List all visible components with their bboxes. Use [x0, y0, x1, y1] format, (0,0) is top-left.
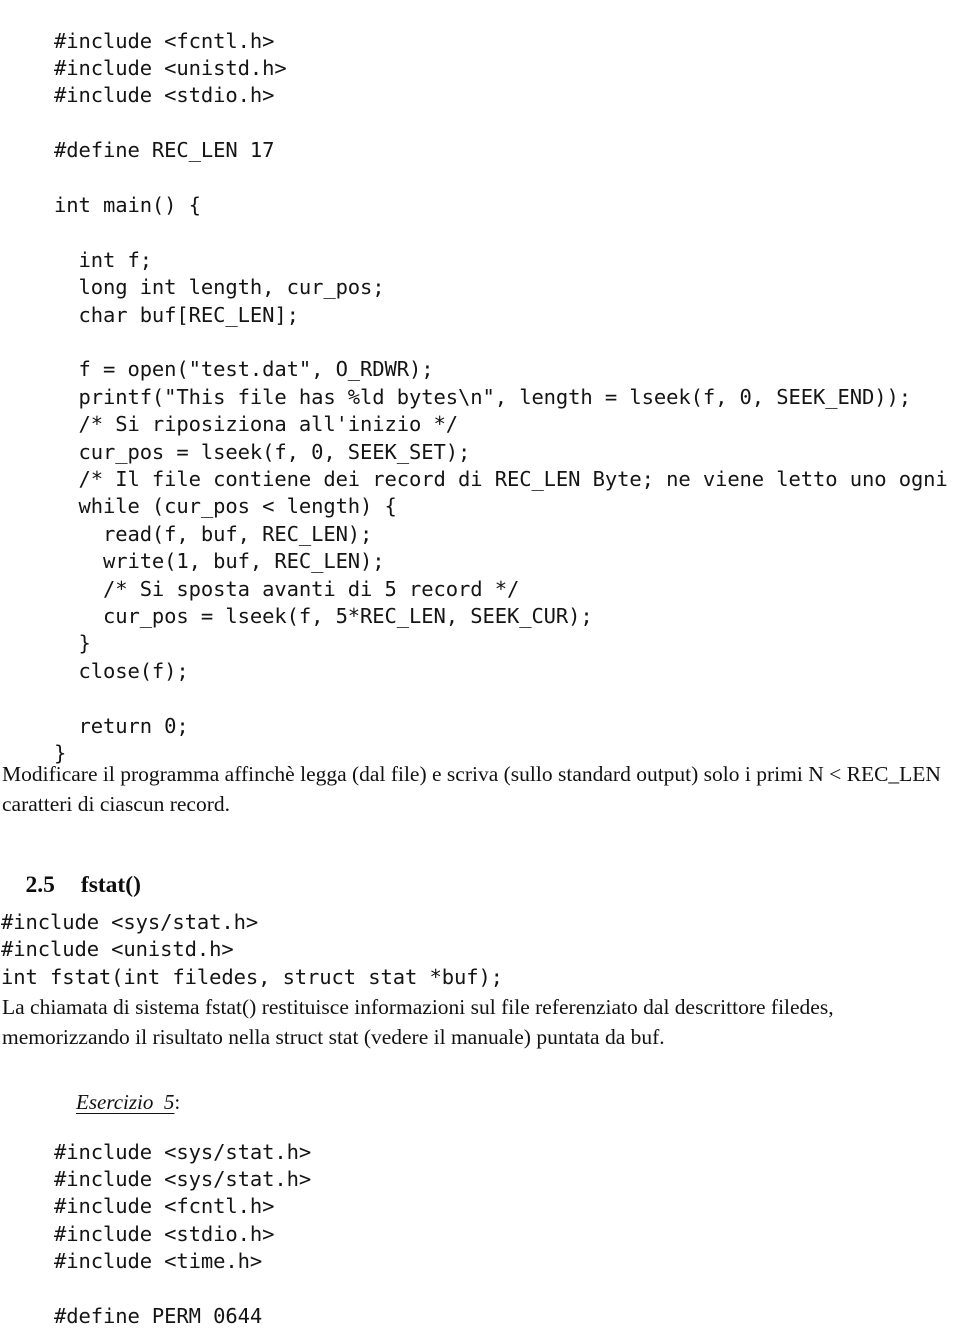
document-page: #include <fcntl.h> #include <unistd.h> #… — [0, 0, 960, 1306]
exercise-colon: : — [174, 1090, 180, 1114]
math-n-less-than-rec-len: N < REC_LEN — [808, 762, 941, 786]
paragraph-line-2: caratteri di ciascun record. — [2, 792, 230, 816]
paragraph-modificare: Modificare il programma affinchè legga (… — [2, 760, 954, 819]
section-title: fstat() — [81, 872, 141, 898]
code-block-lseek-example: #include <fcntl.h> #include <unistd.h> #… — [54, 28, 960, 768]
code-block-esercizio5-includes: #include <sys/stat.h> #include <sys/stat… — [54, 1139, 311, 1330]
section-number: 2.5 — [26, 872, 55, 898]
exercise-label: Esercizio 5 — [76, 1090, 174, 1114]
paragraph-fstat-description: La chiamata di sistema fstat() restituis… — [2, 993, 954, 1052]
exercise-label-group: Esercizio 5: — [55, 1060, 180, 1144]
code-block-fstat-prototype: #include <sys/stat.h> #include <unistd.h… — [1, 909, 503, 992]
paragraph-line-1: Modificare il programma affinchè legga (… — [2, 762, 803, 786]
